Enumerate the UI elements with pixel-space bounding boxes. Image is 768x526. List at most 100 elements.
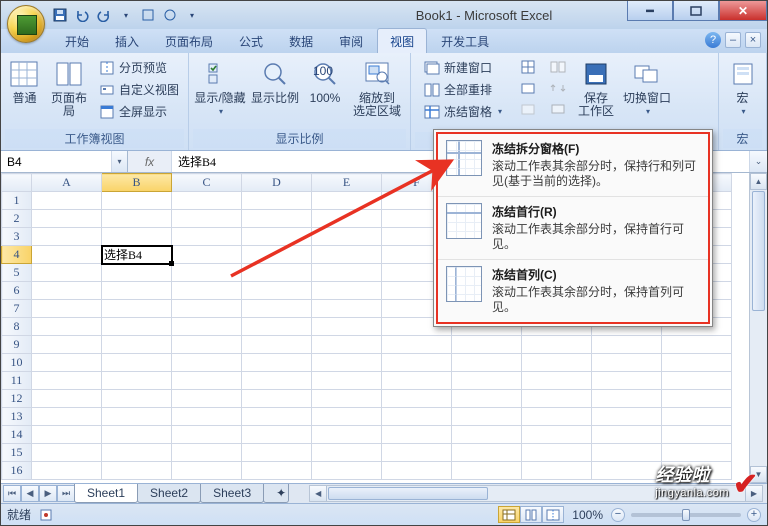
zoom-button[interactable]: 显示比例	[249, 55, 301, 127]
view-page-break-icon[interactable]	[542, 506, 564, 523]
freeze-first-col-item[interactable]: 冻结首列(C) 滚动工作表其余部分时，保持首列可见。	[438, 259, 708, 322]
ribbon-minimize-icon[interactable]: –	[725, 32, 741, 48]
sheet-tab-3[interactable]: Sheet3	[200, 484, 264, 503]
tab-home[interactable]: 开始	[53, 29, 101, 53]
row-header[interactable]: 5	[2, 264, 32, 282]
save-workspace-button[interactable]: 保存 工作区	[573, 55, 619, 127]
row-header[interactable]: 7	[2, 300, 32, 318]
zoom-out-button[interactable]: −	[611, 508, 625, 522]
row-header[interactable]: 14	[2, 426, 32, 444]
view-normal-icon[interactable]	[498, 506, 520, 523]
row-header[interactable]: 15	[2, 444, 32, 462]
sheet-nav-last-icon[interactable]: ⏭	[57, 485, 75, 502]
row-header[interactable]: 11	[2, 372, 32, 390]
select-all-corner[interactable]	[2, 174, 32, 192]
row-header[interactable]: 10	[2, 354, 32, 372]
office-button[interactable]	[7, 5, 45, 43]
col-header-D[interactable]: D	[242, 174, 312, 192]
help-icon[interactable]: ?	[705, 32, 721, 48]
sync-scroll-button[interactable]	[545, 78, 571, 98]
qat-extra2-icon[interactable]	[161, 6, 179, 24]
redo-icon[interactable]	[95, 6, 113, 24]
freeze-panes-item[interactable]: 冻结拆分窗格(F) 滚动工作表其余部分时，保持行和列可见(基于当前的选择)。	[438, 134, 708, 196]
name-box-dropdown[interactable]: ▾	[111, 151, 127, 172]
workbook-close-icon[interactable]: ×	[745, 32, 761, 48]
page-break-preview-button[interactable]: 分页预览	[94, 57, 184, 78]
col-header-A[interactable]: A	[32, 174, 102, 192]
maximize-button[interactable]	[673, 1, 719, 21]
view-side-by-side-button[interactable]	[545, 57, 571, 77]
macros-icon	[727, 58, 759, 90]
save-icon[interactable]	[51, 6, 69, 24]
reset-window-button[interactable]	[545, 99, 571, 119]
tab-review[interactable]: 审阅	[327, 29, 375, 53]
freeze-top-row-item[interactable]: 冻结首行(R) 滚动工作表其余部分时，保持首行可见。	[438, 196, 708, 259]
split-button[interactable]	[515, 57, 541, 77]
zoom-100-button[interactable]: 100 100%	[303, 55, 347, 127]
row-header[interactable]: 1	[2, 192, 32, 210]
scroll-up-icon[interactable]: ▲	[750, 173, 767, 190]
new-window-button[interactable]: 新建窗口	[419, 57, 507, 78]
sheet-nav-first-icon[interactable]: ⏮	[3, 485, 21, 502]
show-hide-button[interactable]: 显示/隐藏▾	[193, 55, 247, 127]
row-header[interactable]: 8	[2, 318, 32, 336]
row-header[interactable]: 2	[2, 210, 32, 228]
tab-page-layout[interactable]: 页面布局	[153, 29, 225, 53]
normal-view-icon	[8, 58, 40, 90]
col-header-E[interactable]: E	[312, 174, 382, 192]
qat-extra1-icon[interactable]	[139, 6, 157, 24]
row-header[interactable]: 13	[2, 408, 32, 426]
custom-views-button[interactable]: 自定义视图	[94, 79, 184, 100]
row-header[interactable]: 12	[2, 390, 32, 408]
tab-developer[interactable]: 开发工具	[429, 29, 501, 53]
zoom-selection-button[interactable]: 缩放到 选定区域	[349, 55, 405, 127]
view-page-layout-icon[interactable]	[520, 506, 542, 523]
row-header[interactable]: 9	[2, 336, 32, 354]
qat-more-icon[interactable]: ▾	[117, 6, 135, 24]
undo-icon[interactable]	[73, 6, 91, 24]
vertical-scrollbar[interactable]: ▲ ▼	[749, 173, 767, 483]
sheet-tab-2[interactable]: Sheet2	[137, 484, 201, 503]
hide-button[interactable]	[515, 78, 541, 98]
name-box[interactable]	[1, 151, 111, 172]
show-hide-icon	[204, 58, 236, 90]
normal-view-button[interactable]: 普通	[5, 55, 44, 127]
zoom-slider[interactable]	[631, 513, 741, 517]
tab-formulas[interactable]: 公式	[227, 29, 275, 53]
sheet-nav-prev-icon[interactable]: ◀	[21, 485, 39, 502]
save-workspace-icon	[580, 58, 612, 90]
sheet-nav-next-icon[interactable]: ▶	[39, 485, 57, 502]
page-layout-button[interactable]: 页面布局	[46, 55, 92, 127]
tab-data[interactable]: 数据	[277, 29, 325, 53]
zoom-level[interactable]: 100%	[572, 508, 603, 522]
full-screen-button[interactable]: 全屏显示	[94, 101, 184, 122]
scroll-left-icon[interactable]: ◀	[310, 486, 327, 501]
macros-button[interactable]: 宏▾	[723, 55, 762, 127]
status-ready: 就绪	[7, 506, 31, 523]
hscroll-thumb[interactable]	[328, 487, 488, 500]
unhide-button[interactable]	[515, 99, 541, 119]
tab-insert[interactable]: 插入	[103, 29, 151, 53]
zoom-in-button[interactable]: +	[747, 508, 761, 522]
macro-record-icon[interactable]	[39, 508, 53, 522]
col-header-C[interactable]: C	[172, 174, 242, 192]
row-header[interactable]: 3	[2, 228, 32, 246]
fx-button[interactable]: fx	[128, 151, 172, 172]
col-header-B[interactable]: B	[102, 174, 172, 192]
new-sheet-button[interactable]: ✦	[263, 484, 289, 503]
minimize-button[interactable]: ━	[627, 1, 673, 21]
switch-windows-button[interactable]: 切换窗口▾	[621, 55, 673, 127]
arrange-all-button[interactable]: 全部重排	[419, 79, 507, 100]
row-header[interactable]: 6	[2, 282, 32, 300]
row-header[interactable]: 4	[2, 246, 32, 264]
formula-bar-expand[interactable]: ⌄	[749, 151, 767, 172]
tab-view[interactable]: 视图	[377, 28, 427, 53]
sheet-tab-1[interactable]: Sheet1	[74, 484, 138, 503]
scroll-thumb[interactable]	[752, 191, 765, 311]
close-button[interactable]: ✕	[719, 1, 767, 21]
cell-B4[interactable]: 选择B4	[102, 246, 172, 264]
freeze-panes-button[interactable]: 冻结窗格▾	[419, 101, 507, 122]
freeze-split-icon	[446, 140, 482, 176]
row-header[interactable]: 16	[2, 462, 32, 480]
qat-customize-icon[interactable]: ▾	[183, 6, 201, 24]
